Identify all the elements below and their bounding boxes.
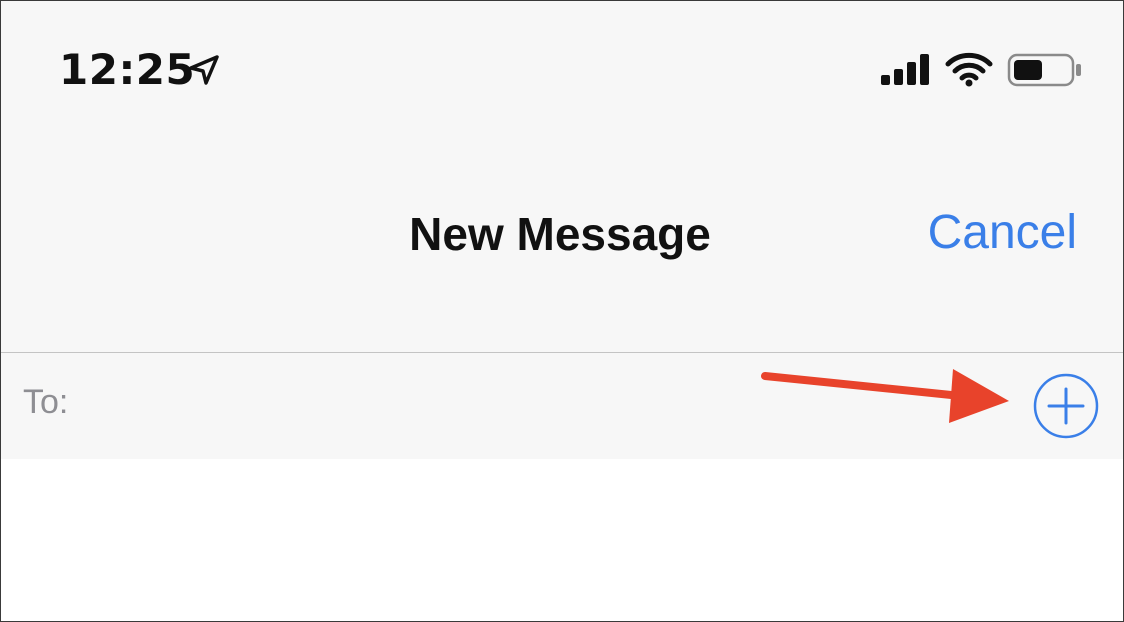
wifi-icon [945, 52, 993, 87]
cellular-signal-icon [881, 54, 929, 85]
status-bar: 12:25 [1, 1, 1123, 141]
add-contact-plus-icon[interactable] [1031, 371, 1101, 441]
status-time: 12:25 [59, 45, 196, 94]
navigation-bar: New Message Cancel [1, 141, 1123, 353]
to-label: To: [23, 383, 69, 421]
red-arrow-icon [761, 369, 1009, 423]
message-body-area [1, 459, 1123, 621]
cancel-button[interactable]: Cancel [928, 205, 1077, 260]
battery-icon [1007, 53, 1081, 87]
location-arrow-icon [189, 55, 219, 85]
phone-screen: 12:25 New Message Cancel To: [0, 0, 1124, 622]
